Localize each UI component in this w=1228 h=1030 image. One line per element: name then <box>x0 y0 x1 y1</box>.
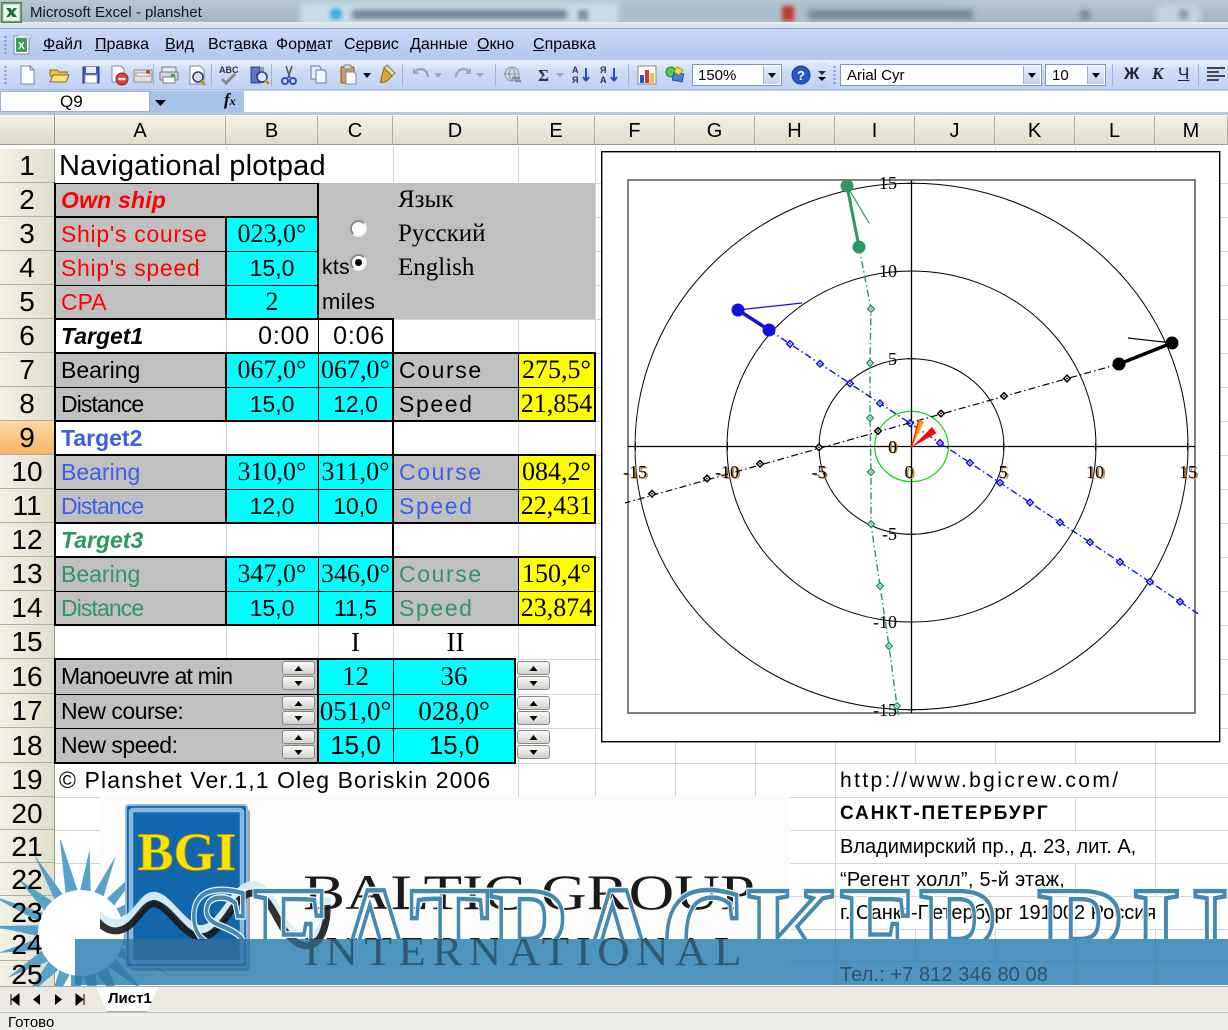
svg-text:?: ? <box>797 68 805 83</box>
svg-text:0: 0 <box>888 437 897 457</box>
svg-text:-10: -10 <box>715 462 739 482</box>
svg-text:Я: Я <box>572 75 578 85</box>
svg-text:-15: -15 <box>873 700 897 720</box>
svg-text:10: 10 <box>879 261 897 281</box>
svg-text:Σ: Σ <box>538 66 549 85</box>
svg-text:А: А <box>572 65 579 75</box>
svg-text:10: 10 <box>1086 462 1104 482</box>
svg-text:-15: -15 <box>623 462 647 482</box>
svg-text:5: 5 <box>888 349 897 369</box>
svg-text:0: 0 <box>905 462 914 482</box>
svg-text:А: А <box>600 75 607 85</box>
svg-text:-5: -5 <box>882 524 897 544</box>
svg-text:15: 15 <box>879 173 897 193</box>
svg-text:-5: -5 <box>812 462 827 482</box>
svg-text:Я: Я <box>600 65 606 75</box>
svg-text:15: 15 <box>1179 462 1197 482</box>
svg-text:X: X <box>18 41 25 52</box>
svg-text:ABC: ABC <box>219 65 239 75</box>
